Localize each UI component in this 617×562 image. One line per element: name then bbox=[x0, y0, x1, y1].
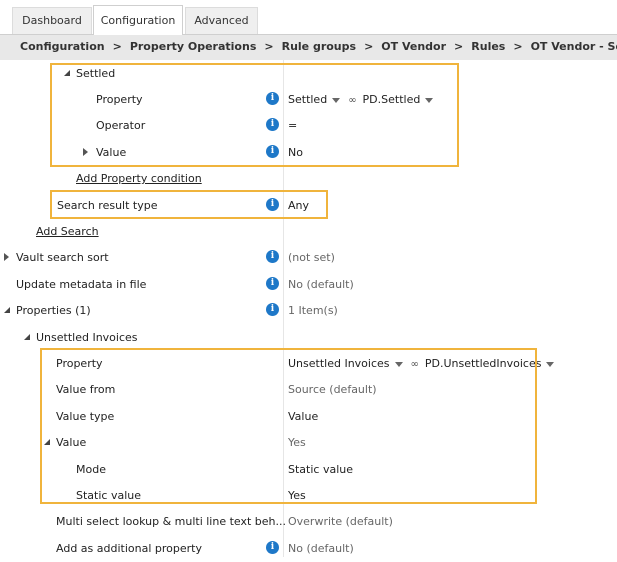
breadcrumb-separator: > bbox=[454, 40, 464, 53]
info-icon[interactable]: i bbox=[266, 145, 279, 158]
vault-search-sort-value[interactable]: (not set) bbox=[288, 251, 335, 264]
unsettled-value-from-row[interactable]: Value from Source (default) bbox=[0, 377, 617, 403]
static-value-value[interactable]: Yes bbox=[288, 489, 306, 502]
settled-value-row[interactable]: Value i No bbox=[0, 140, 617, 166]
info-icon[interactable]: i bbox=[266, 541, 279, 554]
info-icon[interactable]: i bbox=[266, 277, 279, 290]
search-result-type-value[interactable]: Any bbox=[288, 199, 309, 212]
add-search-link[interactable]: Add Search bbox=[36, 225, 99, 238]
settled-operator-label: Operator bbox=[96, 119, 146, 132]
update-metadata-row[interactable]: Update metadata in file i No (default) bbox=[0, 272, 617, 298]
value-from-value[interactable]: Source (default) bbox=[288, 383, 377, 396]
add-additional-value[interactable]: No (default) bbox=[288, 542, 354, 555]
search-result-type-row[interactable]: Search result type i Any bbox=[0, 193, 617, 219]
vault-search-sort-label: Vault search sort bbox=[16, 251, 109, 264]
mode-value[interactable]: Static value bbox=[288, 463, 353, 476]
unsettled-static-value-row[interactable]: Static value Yes bbox=[0, 483, 617, 509]
property-alias-value: PD.Settled bbox=[362, 93, 421, 106]
add-property-condition-link[interactable]: Add Property condition bbox=[76, 172, 202, 185]
settled-value-value[interactable]: No bbox=[288, 146, 303, 159]
property-select-value: Unsettled Invoices bbox=[288, 357, 390, 370]
info-icon[interactable]: i bbox=[266, 118, 279, 131]
unsettled-property-value[interactable]: Unsettled Invoices ∞ PD.UnsettledInvoices bbox=[288, 357, 555, 370]
update-metadata-label: Update metadata in file bbox=[16, 278, 147, 291]
expand-triangle-icon[interactable] bbox=[4, 253, 9, 261]
info-icon[interactable]: i bbox=[266, 92, 279, 105]
breadcrumb-current-rule[interactable]: OT Vendor - Set Unsettled Invoices bbox=[531, 40, 617, 53]
value-type-label: Value type bbox=[56, 410, 115, 423]
add-additional-row[interactable]: Add as additional property i No (default… bbox=[0, 536, 617, 562]
breadcrumb-separator: > bbox=[112, 40, 122, 53]
breadcrumb-property-operations[interactable]: Property Operations bbox=[130, 40, 257, 53]
settled-operator-value[interactable]: = bbox=[288, 119, 297, 132]
tab-advanced[interactable]: Advanced bbox=[185, 7, 258, 34]
properties-row[interactable]: Properties (1) i 1 Item(s) bbox=[0, 298, 617, 324]
settled-group-row[interactable]: Settled bbox=[0, 61, 617, 87]
multi-select-label: Multi select lookup & multi line text be… bbox=[56, 515, 287, 528]
tab-configuration[interactable]: Configuration bbox=[93, 5, 183, 35]
properties-value[interactable]: 1 Item(s) bbox=[288, 304, 338, 317]
unsettled-property-row[interactable]: Property Unsettled Invoices ∞ PD.Unsettled… bbox=[0, 351, 617, 377]
collapse-triangle-icon[interactable] bbox=[4, 307, 10, 313]
link-icon: ∞ bbox=[348, 95, 357, 106]
property-select-value: Settled bbox=[288, 93, 328, 106]
update-metadata-value[interactable]: No (default) bbox=[288, 278, 354, 291]
breadcrumb-rule-groups[interactable]: Rule groups bbox=[282, 40, 356, 53]
unsettled-value-row[interactable]: Value Yes bbox=[0, 430, 617, 456]
settled-property-row[interactable]: Property i Settled ∞ PD.Settled bbox=[0, 87, 617, 113]
value-value[interactable]: Yes bbox=[288, 436, 306, 449]
add-search-row: Add Search bbox=[0, 219, 617, 245]
breadcrumb-separator: > bbox=[364, 40, 374, 53]
unsettled-mode-row[interactable]: Mode Static value bbox=[0, 457, 617, 483]
static-value-label: Static value bbox=[76, 489, 141, 502]
unsettled-group-label: Unsettled Invoices bbox=[36, 331, 138, 344]
tab-bar: Dashboard Configuration Advanced bbox=[0, 0, 617, 35]
breadcrumb-ot-vendor[interactable]: OT Vendor bbox=[381, 40, 446, 53]
multi-select-row[interactable]: Multi select lookup & multi line text be… bbox=[0, 509, 617, 535]
link-icon: ∞ bbox=[410, 359, 419, 370]
properties-label: Properties (1) bbox=[16, 304, 91, 317]
info-icon[interactable]: i bbox=[266, 303, 279, 316]
dropdown-arrow-icon[interactable] bbox=[546, 361, 555, 367]
collapse-triangle-icon[interactable] bbox=[24, 334, 30, 340]
vault-search-sort-row[interactable]: Vault search sort i (not set) bbox=[0, 245, 617, 271]
collapse-triangle-icon[interactable] bbox=[64, 70, 70, 76]
add-property-condition-row: Add Property condition bbox=[0, 166, 617, 192]
mode-label: Mode bbox=[76, 463, 106, 476]
unsettled-property-label: Property bbox=[56, 357, 103, 370]
settled-operator-row[interactable]: Operator i = bbox=[0, 113, 617, 139]
dropdown-arrow-icon[interactable] bbox=[332, 97, 341, 103]
value-label: Value bbox=[56, 436, 87, 449]
settled-value-label: Value bbox=[96, 146, 127, 159]
breadcrumb: Configuration > Property Operations > Rule g… bbox=[0, 34, 617, 60]
breadcrumb-configuration[interactable]: Configuration bbox=[20, 40, 105, 53]
expand-triangle-icon[interactable] bbox=[83, 148, 88, 156]
multi-select-value[interactable]: Overwrite (default) bbox=[288, 515, 393, 528]
settled-property-label: Property bbox=[96, 93, 143, 106]
add-additional-label: Add as additional property bbox=[56, 542, 202, 555]
collapse-triangle-icon[interactable] bbox=[44, 439, 50, 445]
settled-group-label: Settled bbox=[76, 67, 116, 80]
info-icon[interactable]: i bbox=[266, 250, 279, 263]
value-type-value[interactable]: Value bbox=[288, 410, 318, 423]
property-alias-value: PD.UnsettledInvoices bbox=[424, 357, 542, 370]
unsettled-group-row[interactable]: Unsettled Invoices bbox=[0, 325, 617, 351]
value-from-label: Value from bbox=[56, 383, 116, 396]
info-icon[interactable]: i bbox=[266, 198, 279, 211]
settled-property-value[interactable]: Settled ∞ PD.Settled bbox=[288, 93, 434, 106]
dropdown-arrow-icon[interactable] bbox=[394, 361, 403, 367]
search-result-type-label: Search result type bbox=[57, 199, 158, 212]
breadcrumb-rules[interactable]: Rules bbox=[471, 40, 505, 53]
tab-dashboard[interactable]: Dashboard bbox=[12, 7, 92, 34]
breadcrumb-separator: > bbox=[264, 40, 274, 53]
breadcrumb-separator: > bbox=[513, 40, 523, 53]
dropdown-arrow-icon[interactable] bbox=[425, 97, 434, 103]
unsettled-value-type-row[interactable]: Value type Value bbox=[0, 404, 617, 430]
